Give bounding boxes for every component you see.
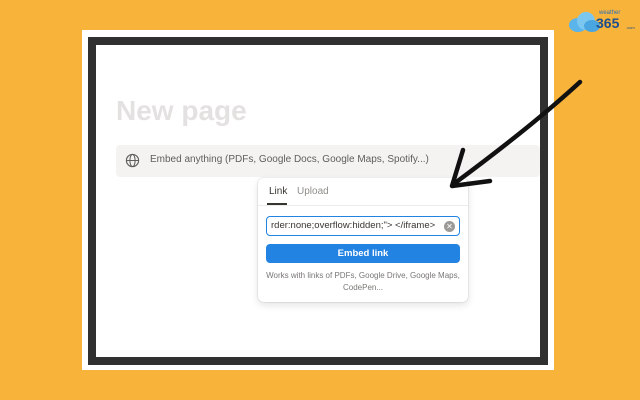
- embed-popover: Link Upload rder:none;overflow:hidden;">…: [258, 178, 468, 302]
- popover-tabs: Link Upload: [258, 178, 468, 206]
- logo-dotcom-text: .com: [626, 25, 635, 30]
- active-tab-indicator: [267, 203, 287, 205]
- clear-icon[interactable]: ✕: [444, 220, 455, 232]
- tab-link[interactable]: Link: [269, 186, 287, 197]
- tab-upload[interactable]: Upload: [297, 186, 329, 197]
- embed-link-button[interactable]: Embed link: [266, 244, 460, 263]
- embed-block[interactable]: Embed anything (PDFs, Google Docs, Googl…: [116, 145, 540, 177]
- embed-url-input[interactable]: rder:none;overflow:hidden;"> </iframe> ✕: [266, 216, 460, 236]
- weather365-logo: weather 365 .com: [568, 8, 635, 32]
- notion-screen: New page Embed anything (PDFs, Google Do…: [96, 45, 540, 357]
- help-text-line-2: CodePen...: [342, 283, 384, 292]
- page-title[interactable]: New page: [116, 95, 247, 127]
- logo-big-text: 365: [596, 15, 620, 31]
- help-text-line-1: Works with links of PDFs, Google Drive, …: [266, 271, 460, 280]
- embed-placeholder: Embed anything (PDFs, Google Docs, Googl…: [150, 154, 429, 165]
- globe-icon: [125, 153, 140, 168]
- embed-url-value: rder:none;overflow:hidden;"> </iframe>: [271, 220, 436, 231]
- help-text: Works with links of PDFs, Google Drive, …: [266, 270, 460, 294]
